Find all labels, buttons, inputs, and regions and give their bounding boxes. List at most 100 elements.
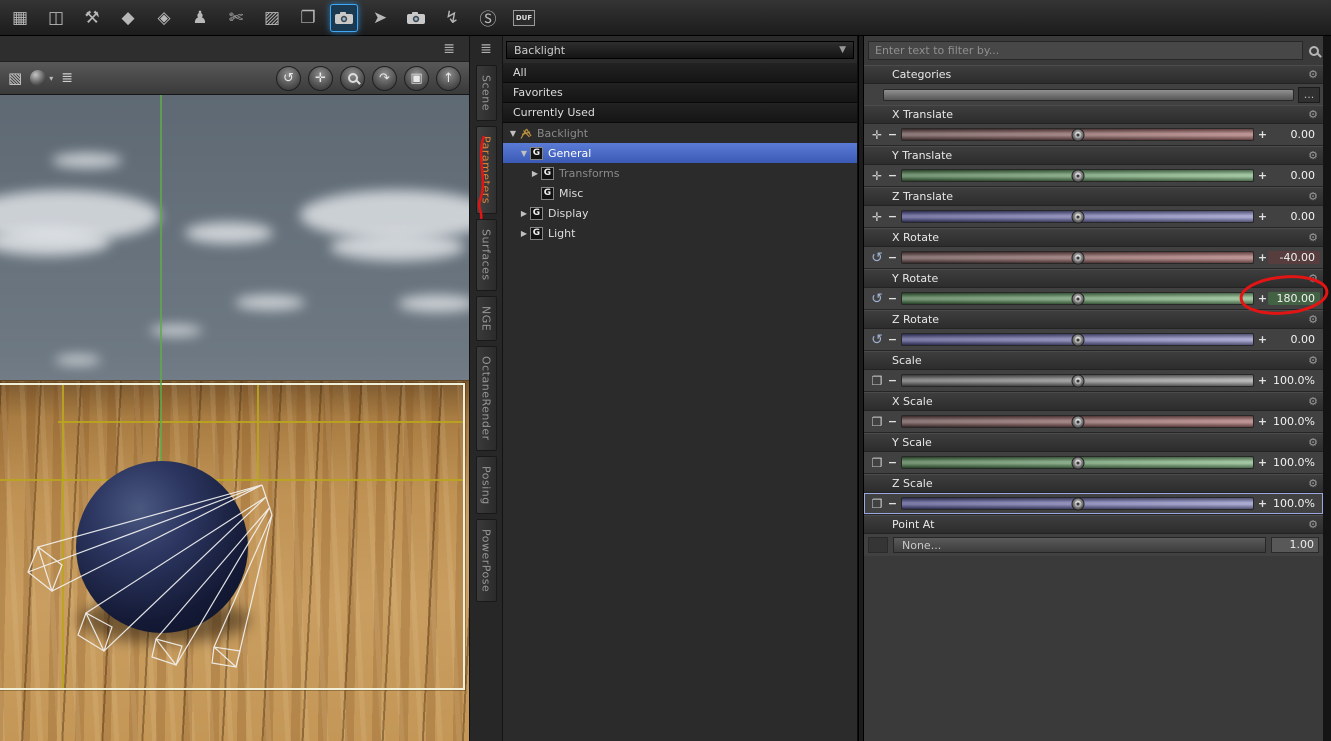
- param-value[interactable]: 100.0%: [1268, 374, 1320, 387]
- tree-expander-icon[interactable]: ▶: [518, 209, 530, 218]
- browse-button[interactable]: ...: [1298, 86, 1320, 103]
- settings-gear-icon[interactable]: ⚙: [1308, 68, 1318, 81]
- zoom-button[interactable]: [340, 65, 365, 91]
- smart-content-icon[interactable]: Ⓢ: [474, 4, 502, 32]
- pane-menu-icon[interactable]: ≣: [480, 41, 492, 57]
- tree-expander-icon[interactable]: ▼: [518, 149, 530, 158]
- tree-item-backlight[interactable]: ▼ Backlight: [503, 123, 857, 143]
- param-value[interactable]: 0.00: [1268, 169, 1320, 182]
- settings-gear-icon[interactable]: ⚙: [1308, 313, 1318, 326]
- tab-parameters[interactable]: Parameters: [475, 126, 497, 215]
- tree-item-display[interactable]: ▶ G Display: [503, 203, 857, 223]
- sphere-object[interactable]: [76, 461, 248, 633]
- clone-tool-icon[interactable]: ▦: [6, 4, 34, 32]
- slider-track[interactable]: [901, 374, 1254, 387]
- slider-knob[interactable]: [1071, 251, 1084, 264]
- slider-knob[interactable]: [1071, 456, 1084, 469]
- tree-item-light[interactable]: ▶ G Light: [503, 223, 857, 243]
- settings-gear-icon[interactable]: ⚙: [1308, 190, 1318, 203]
- add-figure-icon[interactable]: ♟: [186, 4, 214, 32]
- settings-gear-icon[interactable]: ⚙: [1308, 436, 1318, 449]
- param-value[interactable]: 100.0%: [1268, 497, 1320, 510]
- morph-tool-icon[interactable]: ◆: [114, 4, 142, 32]
- tab-octanerender[interactable]: OctaneRender: [475, 345, 497, 451]
- pan-button[interactable]: ✛: [308, 65, 333, 91]
- decrement-button[interactable]: −: [887, 497, 898, 510]
- orbit-button[interactable]: ↺: [276, 65, 301, 91]
- rotate-button[interactable]: ↷: [372, 65, 397, 91]
- param-value[interactable]: 0.00: [1268, 210, 1320, 223]
- reset-view-button[interactable]: ↑: [436, 65, 461, 91]
- increment-button[interactable]: +: [1257, 292, 1268, 305]
- tree-item-general[interactable]: ▼ G General: [503, 143, 857, 163]
- point-at-dropdown[interactable]: None...: [893, 537, 1266, 553]
- tab-scene[interactable]: Scene: [475, 65, 497, 122]
- settings-gear-icon[interactable]: ⚙: [1308, 108, 1318, 121]
- tree-expander-icon[interactable]: ▼: [507, 129, 519, 138]
- slider-track[interactable]: [901, 169, 1254, 182]
- filter-input[interactable]: [868, 41, 1303, 60]
- decrement-button[interactable]: −: [887, 415, 898, 428]
- camera-icon[interactable]: [402, 4, 430, 32]
- settings-gear-icon[interactable]: ⚙: [1308, 477, 1318, 490]
- slider-track[interactable]: [901, 251, 1254, 264]
- weight-brush-icon[interactable]: ▨: [258, 4, 286, 32]
- slider-track[interactable]: [901, 128, 1254, 141]
- settings-gear-icon[interactable]: ⚙: [1308, 354, 1318, 367]
- param-value[interactable]: 0.00: [1268, 128, 1320, 141]
- settings-gear-icon[interactable]: ⚙: [1308, 149, 1318, 162]
- viewport-cube-icon[interactable]: ▧: [8, 69, 22, 87]
- pointer-tool-icon[interactable]: ➤: [366, 4, 394, 32]
- tree-expander-icon[interactable]: ▶: [529, 169, 541, 178]
- decrement-button[interactable]: −: [887, 374, 898, 387]
- param-value[interactable]: 0.00: [1268, 333, 1320, 346]
- export-tool-icon[interactable]: ◫: [42, 4, 70, 32]
- increment-button[interactable]: +: [1257, 251, 1268, 264]
- slider-knob[interactable]: [1071, 415, 1084, 428]
- tab-nge[interactable]: NGE: [475, 295, 497, 341]
- tree-item-misc[interactable]: G Misc: [503, 183, 857, 203]
- deformer-tool-icon[interactable]: ◈: [150, 4, 178, 32]
- decrement-button[interactable]: −: [887, 210, 898, 223]
- render-icon[interactable]: [330, 3, 358, 32]
- slider-knob[interactable]: [1071, 497, 1084, 510]
- pane-menu-icon[interactable]: ≣: [443, 41, 455, 57]
- save-duf-icon[interactable]: DUF: [510, 4, 538, 32]
- increment-button[interactable]: +: [1257, 456, 1268, 469]
- increment-button[interactable]: +: [1257, 128, 1268, 141]
- settings-gear-icon[interactable]: ⚙: [1308, 395, 1318, 408]
- point-at-number[interactable]: 1.00: [1271, 537, 1319, 553]
- tab-powerpose[interactable]: PowerPose: [475, 519, 497, 603]
- decrement-button[interactable]: −: [887, 251, 898, 264]
- drawstyle-dropdown[interactable]: ▾: [30, 70, 53, 86]
- increment-button[interactable]: +: [1257, 415, 1268, 428]
- increment-button[interactable]: +: [1257, 374, 1268, 387]
- slider-track[interactable]: [901, 497, 1254, 510]
- increment-button[interactable]: +: [1257, 333, 1268, 346]
- increment-button[interactable]: +: [1257, 169, 1268, 182]
- viewport-options-icon[interactable]: ≣: [61, 70, 73, 86]
- settings-gear-icon[interactable]: ⚙: [1308, 272, 1318, 285]
- cut-tool-icon[interactable]: ✄: [222, 4, 250, 32]
- settings-gear-icon[interactable]: ⚙: [1308, 231, 1318, 244]
- slider-knob[interactable]: [1071, 374, 1084, 387]
- decrement-button[interactable]: −: [887, 128, 898, 141]
- tab-posing[interactable]: Posing: [475, 455, 497, 515]
- search-icon[interactable]: [1309, 45, 1319, 56]
- settings-gear-icon[interactable]: ⚙: [1308, 518, 1318, 531]
- increment-button[interactable]: +: [1257, 210, 1268, 223]
- tab-surfaces[interactable]: Surfaces: [475, 219, 497, 291]
- frame-button[interactable]: ▣: [404, 65, 429, 91]
- decrement-button[interactable]: −: [887, 169, 898, 182]
- slider-track[interactable]: [901, 456, 1254, 469]
- filter-currently-used[interactable]: Currently Used: [503, 103, 857, 123]
- slider-knob[interactable]: [1071, 128, 1084, 141]
- decrement-button[interactable]: −: [887, 456, 898, 469]
- filter-favorites[interactable]: Favorites: [503, 83, 857, 103]
- param-value[interactable]: 100.0%: [1268, 415, 1320, 428]
- slider-knob[interactable]: [1071, 210, 1084, 223]
- tree-item-transforms[interactable]: ▶ G Transforms: [503, 163, 857, 183]
- animate-icon[interactable]: ↯: [438, 4, 466, 32]
- transfer-utility-icon[interactable]: ❐: [294, 4, 322, 32]
- slider-knob[interactable]: [1071, 292, 1084, 305]
